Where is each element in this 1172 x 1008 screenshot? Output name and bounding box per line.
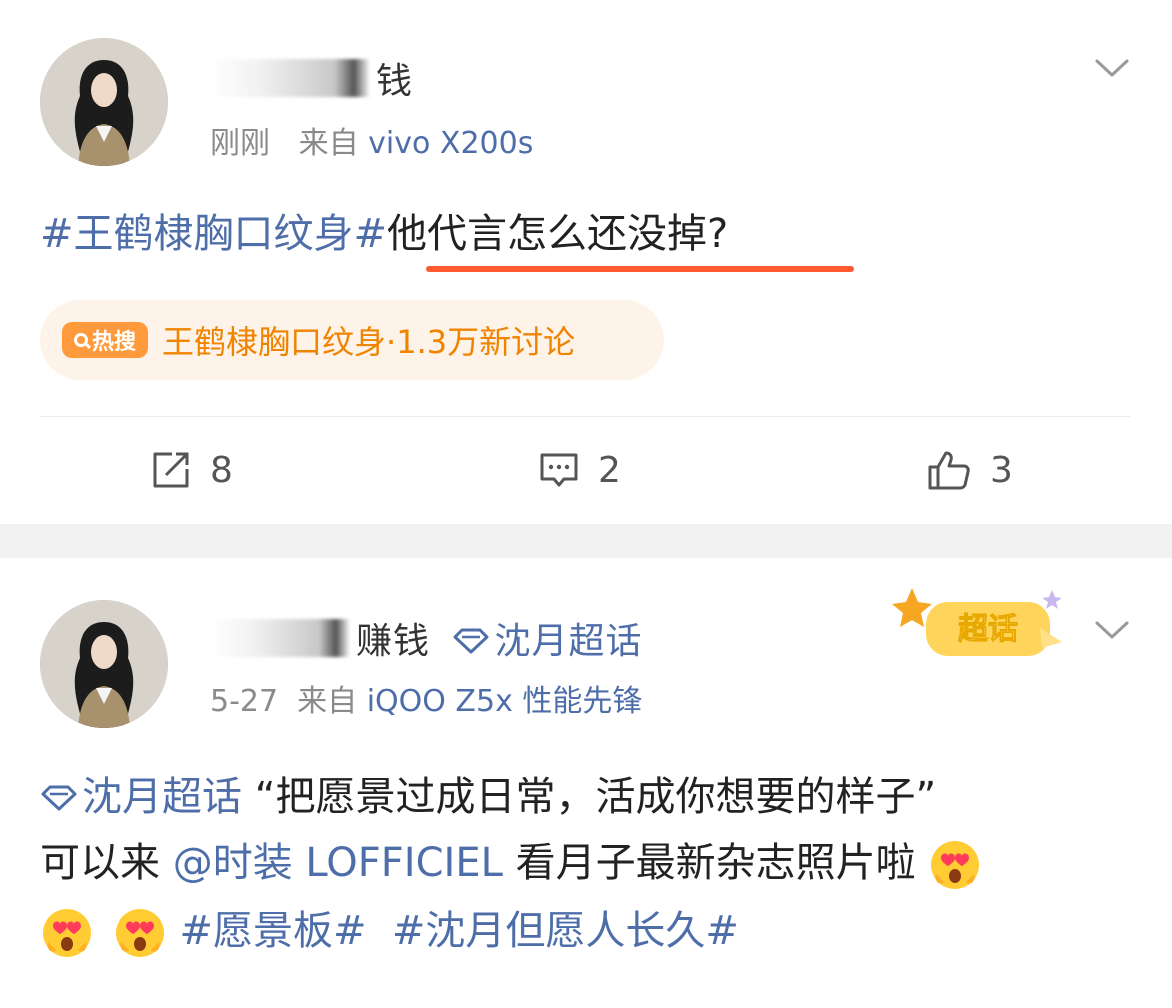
- post-body-line-1: 沈月超话 “把愿景过成日常，活成你想要的样子”: [40, 766, 936, 828]
- comment-count: 2: [598, 449, 621, 491]
- chevron-down-icon[interactable]: [1094, 56, 1130, 80]
- hot-search-text: 王鹤棣胸口纹身·1.3万新讨论: [162, 317, 575, 363]
- post-text: 他代言怎么还没掉?: [387, 211, 729, 257]
- super-topic-badge-label: 超话: [958, 612, 1018, 647]
- heart-eyes-emoji: [931, 841, 980, 889]
- super-topic-diamond-icon: [453, 628, 489, 654]
- hot-search-badge-label: 热搜: [92, 330, 137, 355]
- from-label: 来自: [298, 126, 359, 161]
- heart-eyes-emoji: [115, 909, 164, 957]
- avatar[interactable]: [40, 600, 168, 728]
- body-text: 看月子最新杂志照片啦: [515, 840, 916, 886]
- super-topic-name: 沈月超话: [494, 621, 643, 662]
- chevron-down-icon[interactable]: [1094, 618, 1130, 642]
- repost-count: 8: [210, 449, 233, 491]
- hot-search-card[interactable]: 热搜 王鹤棣胸口纹身·1.3万新讨论: [40, 300, 664, 380]
- super-topic-diamond-icon: [41, 785, 77, 811]
- repost-icon: [153, 452, 189, 488]
- from-label: 来自: [297, 684, 358, 719]
- avatar-photo-icon: [40, 38, 168, 166]
- device-source[interactable]: iQOO Z5x 性能先锋: [367, 684, 643, 719]
- super-topic-badge[interactable]: 超话: [890, 582, 1070, 668]
- comment-icon: [540, 453, 578, 487]
- weibo-post-1: 钱 刚刚 来自 vivo X200s #王鹤棣胸口纹身#他代言怎么还没掉? 热搜…: [0, 0, 1172, 524]
- post-body: #王鹤棣胸口纹身#他代言怎么还没掉?: [40, 203, 728, 265]
- post-meta: 5-27 来自 iQOO Z5x 性能先锋: [210, 676, 642, 720]
- repost-button[interactable]: 8: [150, 440, 233, 500]
- username[interactable]: 钱: [210, 52, 413, 104]
- comment-button[interactable]: 2: [538, 440, 621, 500]
- heart-eyes-emoji: [43, 909, 91, 957]
- avatar[interactable]: [40, 38, 168, 166]
- like-icon: [928, 451, 970, 490]
- divider: [40, 416, 1130, 417]
- username[interactable]: 赚钱 沈月超话: [210, 612, 642, 664]
- like-button[interactable]: 3: [926, 440, 1013, 500]
- mention-link[interactable]: @时装 LOFFICIEL: [173, 840, 503, 886]
- hashtag-topic[interactable]: #沈月但愿人长久#: [392, 908, 739, 954]
- post-body-line-3: #愿景板# #沈月但愿人长久#: [40, 900, 739, 962]
- like-count: 3: [990, 449, 1013, 491]
- post-separator: [0, 524, 1172, 558]
- hot-search-count: ·1.3万新讨论: [386, 323, 576, 361]
- username-masked: [210, 619, 350, 657]
- quote-text: “把愿景过成日常，活成你想要的样子”: [254, 774, 937, 820]
- super-topic-link[interactable]: 沈月超话: [452, 621, 642, 662]
- hashtag-topic[interactable]: #王鹤棣胸口纹身#: [40, 211, 387, 257]
- username-masked: [210, 59, 370, 97]
- super-topic-link[interactable]: 沈月超话: [40, 774, 255, 820]
- super-topic-name: 沈月超话: [82, 774, 242, 820]
- hashtag-topic[interactable]: #愿景板#: [179, 908, 366, 954]
- post-time: 5-27: [210, 684, 279, 719]
- post-body-line-2: 可以来 @时装 LOFFICIEL 看月子最新杂志照片啦: [40, 832, 982, 894]
- body-text: 可以来: [40, 840, 160, 886]
- red-underline: [426, 266, 854, 272]
- device-source[interactable]: vivo X200s: [368, 126, 533, 161]
- post-meta: 刚刚 来自 vivo X200s: [210, 118, 533, 162]
- post-time: 刚刚: [210, 126, 270, 161]
- avatar-photo-icon: [40, 600, 168, 728]
- search-icon: [74, 333, 88, 347]
- hot-search-topic: 王鹤棣胸口纹身: [162, 323, 387, 361]
- action-bar: 8 2 3: [0, 440, 1172, 500]
- hot-search-badge: 热搜: [62, 322, 149, 358]
